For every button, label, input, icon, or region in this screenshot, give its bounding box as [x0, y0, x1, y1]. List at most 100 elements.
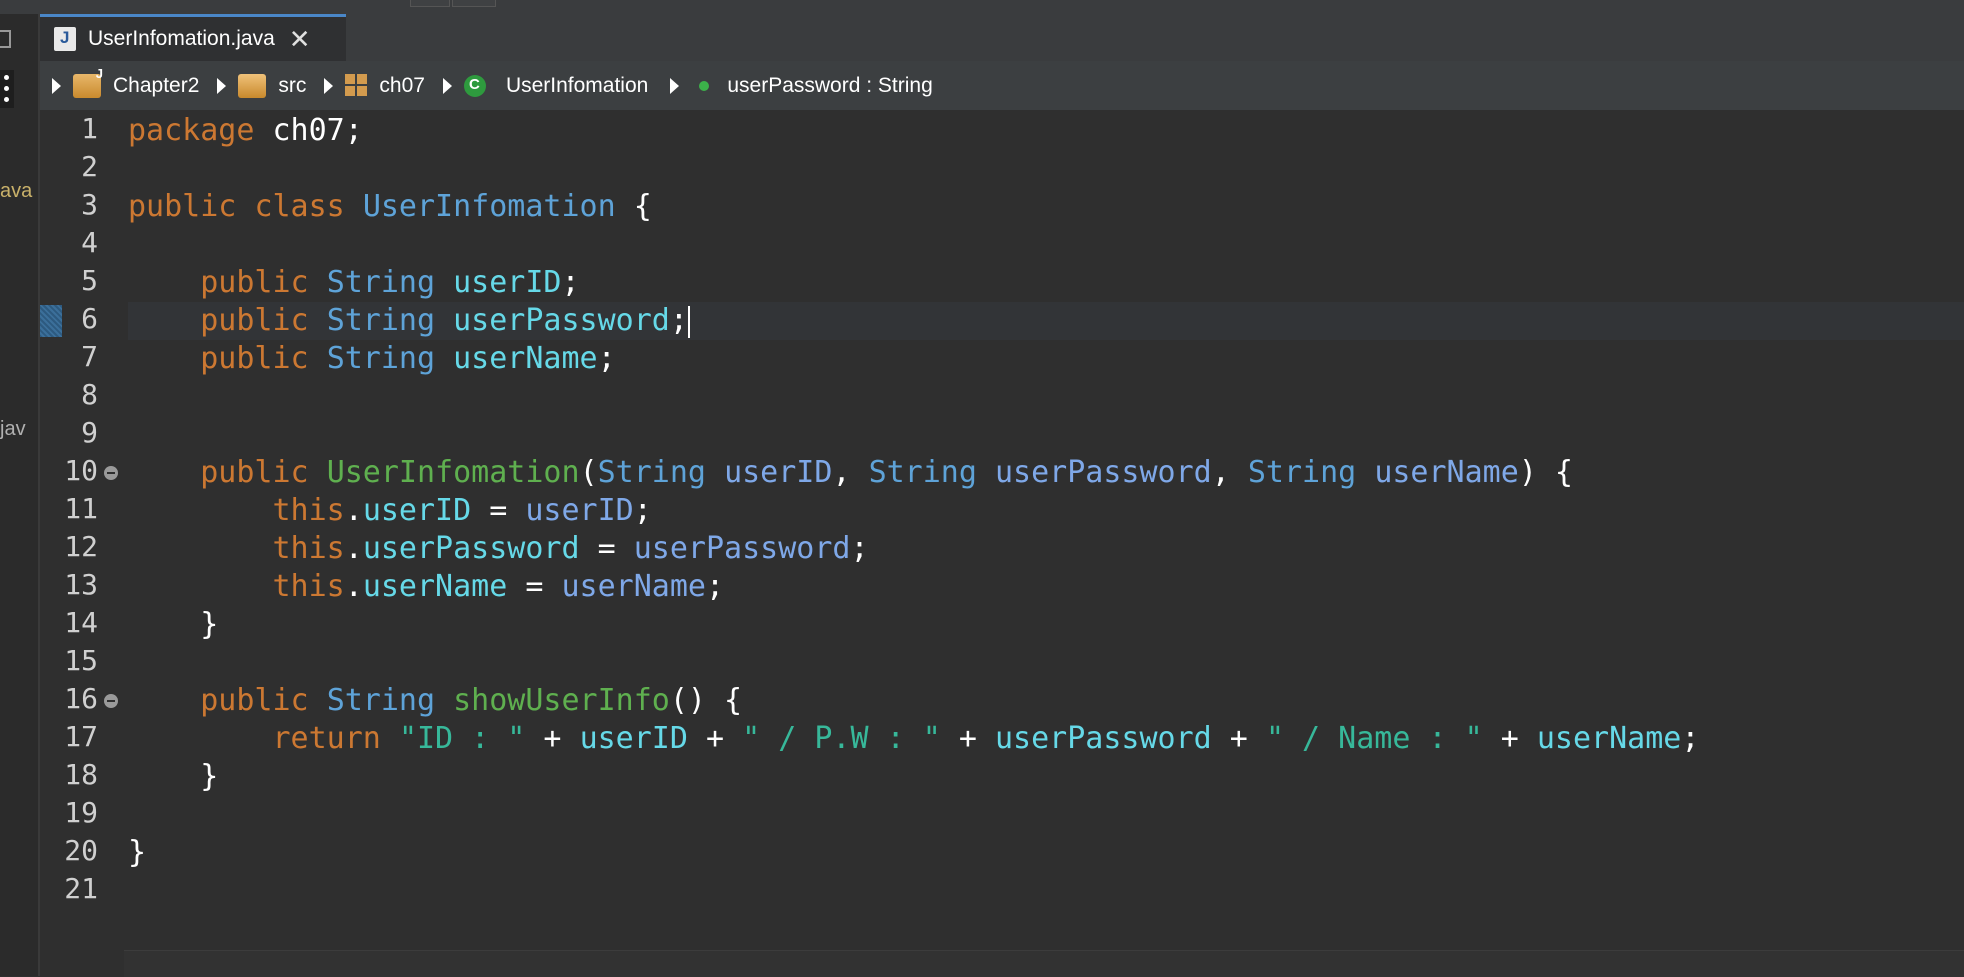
code-token: , [832, 455, 869, 490]
code-token: userPassword [362, 531, 580, 566]
line-number: 15 [64, 644, 98, 677]
code-token: package [128, 113, 255, 148]
package-explorer-panel: ava jav [0, 14, 40, 976]
breadcrumb-item-project[interactable]: Chapter2 [113, 74, 199, 98]
line-number: 10 [64, 454, 98, 487]
code-token: userName [362, 569, 508, 604]
line-number: 21 [64, 872, 98, 905]
code-token: userID [579, 721, 688, 756]
code-token: userID [525, 493, 634, 528]
code-area[interactable]: package ch07; public class UserInfomation… [128, 110, 1964, 950]
chevron-right-icon[interactable] [442, 77, 452, 94]
code-token: . [344, 531, 363, 566]
code-token: " / P.W : " [742, 721, 941, 756]
code-token: userName [1536, 721, 1682, 756]
code-line[interactable]: public UserInfomation(String userID, Str… [128, 454, 1573, 492]
line-number: 12 [64, 530, 98, 563]
code-token: public [200, 341, 309, 376]
tab-label: UserInfomation.java [88, 27, 275, 50]
code-line[interactable]: public class UserInfomation { [128, 188, 652, 226]
line-number: 16 [64, 682, 98, 715]
explorer-item-fragment[interactable]: jav [0, 418, 26, 441]
code-token: + [1482, 721, 1537, 756]
line-number: 14 [64, 606, 98, 639]
close-icon[interactable]: ✕ [289, 26, 311, 52]
code-line[interactable]: return "ID : " + userID + " / P.W : " + … [128, 720, 1700, 758]
code-token: ch07; [254, 113, 363, 148]
code-token: ; [633, 493, 652, 528]
explorer-item-fragment[interactable]: ava [0, 180, 32, 203]
breadcrumb-item-src[interactable]: src [278, 74, 306, 98]
code-token: } [128, 835, 147, 870]
chevron-right-icon[interactable] [217, 77, 227, 94]
line-number-gutter[interactable]: 1 2 3 4 5 6 7 8 9 10 11 12 13 14 15 16 17 18 19 20 21 [40, 110, 120, 950]
code-line[interactable]: public String userID; [128, 264, 579, 302]
more-options-icon[interactable] [0, 70, 14, 108]
code-token: { [615, 189, 652, 224]
code-line[interactable]: } [128, 834, 146, 872]
line-number: 4 [81, 226, 98, 259]
code-token: userPassword [995, 455, 1212, 490]
code-token: this [272, 569, 345, 604]
tab-userinfomation-java[interactable]: UserInfomation.java ✕ [40, 14, 346, 61]
code-token: this [272, 493, 345, 528]
line-number: 3 [81, 188, 98, 221]
code-editor[interactable]: 1 2 3 4 5 6 7 8 9 10 11 12 13 14 15 16 17 18 19 20 21 packag… [40, 110, 1964, 950]
toolbar-segment [410, 0, 450, 7]
breadcrumb-item-field[interactable]: userPassword : String [727, 74, 932, 98]
line-number: 13 [64, 568, 98, 601]
code-token: . [344, 569, 363, 604]
code-line[interactable]: public String userPassword; [128, 302, 1964, 340]
package-icon [345, 73, 368, 98]
line-number: 5 [81, 264, 98, 297]
chevron-right-icon[interactable] [670, 77, 680, 94]
code-token: "ID : " [398, 721, 526, 756]
line-number: 9 [81, 416, 98, 449]
code-token: userName [561, 569, 707, 604]
code-token: String [326, 683, 436, 718]
code-token: String [326, 303, 436, 338]
line-number: 20 [64, 834, 98, 867]
code-token: } [128, 607, 219, 642]
breadcrumb-item-package[interactable]: ch07 [379, 74, 425, 98]
code-token: this [272, 531, 345, 566]
code-token: public [200, 683, 309, 718]
code-line[interactable]: this.userPassword = userPassword; [128, 530, 869, 568]
code-token: userPassword [995, 721, 1212, 756]
code-token: public [128, 189, 237, 224]
code-token: + [1211, 721, 1266, 756]
code-token: () { [669, 683, 743, 718]
line-number: 2 [81, 150, 98, 183]
breadcrumb-item-class[interactable]: UserInfomation [506, 74, 648, 98]
fold-collapse-icon[interactable] [104, 694, 118, 708]
code-line[interactable]: public String userName; [128, 340, 615, 378]
top-toolbar-strip [0, 0, 1964, 14]
chevron-right-icon[interactable] [52, 77, 61, 94]
fold-collapse-icon[interactable] [104, 466, 118, 480]
code-line[interactable]: package ch07; [128, 112, 363, 150]
code-token: userName [1374, 455, 1519, 490]
horizontal-scrollbar[interactable] [124, 950, 1964, 977]
code-token: + [940, 721, 995, 756]
code-line[interactable]: } [128, 606, 218, 644]
code-line[interactable]: public String showUserInfo() { [128, 682, 742, 720]
source-folder-icon [238, 73, 267, 98]
code-line[interactable]: this.userID = userID; [128, 492, 652, 530]
field-icon [699, 80, 710, 91]
code-token: userID [453, 265, 562, 300]
code-line[interactable]: } [128, 758, 218, 796]
code-token: userID [362, 493, 472, 528]
code-line[interactable]: this.userName = userName; [128, 568, 725, 606]
chevron-right-icon[interactable] [324, 77, 334, 94]
